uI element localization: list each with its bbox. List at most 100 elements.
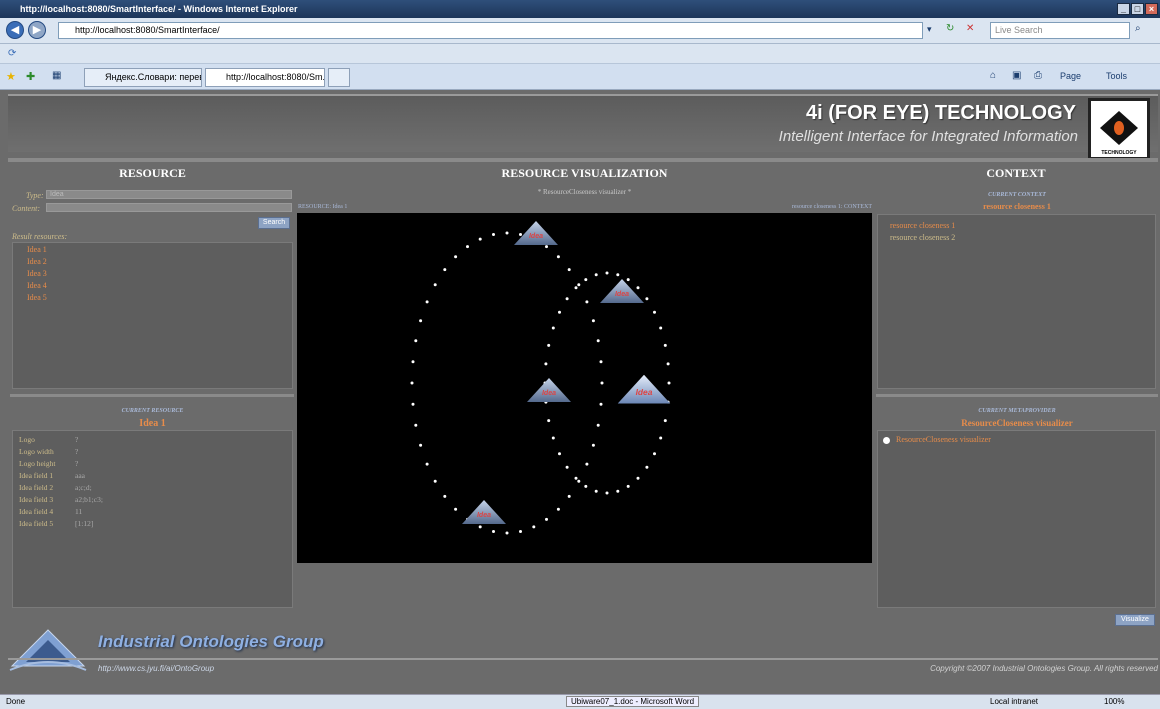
favorites-star-icon[interactable]: ★ (6, 70, 16, 83)
current-context-value: resource closeness 1 (983, 202, 1051, 211)
minimize-button[interactable]: _ (1117, 3, 1130, 15)
left-divider (10, 394, 294, 397)
connector-dot (565, 297, 569, 301)
quick-tabs-icon[interactable]: ▦ (52, 70, 61, 81)
idea-node[interactable]: Idea (514, 221, 558, 253)
footer-divider (8, 658, 1158, 660)
brand-title: 4i (FOR EYE) TECHNOLOGY (805, 102, 1076, 124)
radio-button[interactable] (883, 437, 890, 444)
current-resource-name: Idea 1 (139, 418, 166, 429)
connector-dot (653, 310, 656, 314)
prop-row: Logo height? (19, 459, 79, 468)
result-item[interactable]: Idea 1 (27, 245, 47, 254)
home-icon[interactable]: ⌂ (990, 70, 996, 81)
connector-dot (599, 402, 603, 406)
connector-dot (574, 476, 578, 480)
connector-dot (411, 402, 415, 406)
iog-logo-icon (9, 629, 87, 671)
tools-menu[interactable]: Tools (1106, 71, 1127, 81)
connector-dot (551, 436, 555, 440)
page-menu[interactable]: Page (1060, 71, 1081, 81)
connector-dot (505, 231, 509, 235)
connector-dot (454, 255, 458, 259)
address-input[interactable]: http://localhost:8080/SmartInterface/ (58, 22, 923, 39)
connector-dot (663, 419, 667, 423)
print-icon[interactable]: ⎙ (1034, 70, 1042, 81)
metaprovider-name: ResourceCloseness visualizer (961, 418, 1073, 428)
connector-dot (556, 255, 560, 259)
maximize-button[interactable]: □ (1131, 3, 1144, 15)
type-input[interactable]: Idea (46, 190, 292, 199)
connector-dot (410, 381, 414, 385)
search-button[interactable]: Search (258, 217, 290, 229)
iog-url[interactable]: http://www.cs.jyu.fi/ai/OntoGroup (98, 664, 214, 673)
context-item[interactable]: resource closeness 2 (890, 233, 955, 242)
result-item[interactable]: Idea 2 (27, 257, 47, 266)
connector-dot (636, 476, 640, 480)
connector-dot (419, 319, 423, 323)
refresh-icon[interactable]: ↻ (946, 23, 954, 34)
taskbar-item[interactable]: Ubiware07_1.doc - Microsoft Word (566, 696, 700, 707)
resource-heading: RESOURCE (119, 166, 186, 180)
footer: Industrial Ontologies Group http://www.c… (8, 629, 1158, 692)
dropdown-icon[interactable]: ▾ (927, 24, 932, 35)
resource-properties: Logo? Logo width? Logo height? Idea fiel… (12, 430, 293, 608)
ie-menu-icon[interactable]: ⟳ (8, 48, 16, 59)
stop-icon[interactable]: ✕ (966, 23, 974, 34)
close-window-button[interactable]: × (1145, 3, 1158, 15)
connector-dot (605, 491, 609, 495)
connector-dot (547, 419, 551, 423)
tab-yandex[interactable]: Яндекс.Словари: перевод ... (84, 68, 202, 87)
content-label: Content: (12, 204, 40, 213)
prop-row: Idea field 3 a2;b1;c3; (19, 495, 103, 504)
connector-dot (565, 465, 569, 469)
idea-node[interactable]: Idea (600, 279, 644, 311)
back-icon[interactable]: ◀ (6, 21, 24, 39)
menu-row: ⟳ (0, 44, 1160, 64)
connector-dot (663, 343, 667, 347)
new-tab-button[interactable] (328, 68, 350, 87)
status-bar: Done Ubiware07_1.doc - Microsoft Word Lo… (0, 694, 1160, 709)
context-breadcrumb[interactable]: resource closeness 1: CONTEXT (700, 204, 872, 210)
connector-dot (551, 326, 555, 330)
idea-node[interactable]: Idea (527, 378, 571, 410)
result-item[interactable]: Idea 3 (27, 269, 47, 278)
idea-node[interactable]: Idea (617, 374, 671, 413)
result-resources-label: Result resources: (12, 232, 68, 241)
result-item[interactable]: Idea 5 (27, 293, 47, 302)
connector-dot (532, 525, 536, 529)
visualize-button[interactable]: Visualize (1115, 614, 1155, 626)
search-icon[interactable]: ⌕ (1135, 23, 1141, 34)
zoom-level[interactable]: 100% (1104, 697, 1124, 706)
resource-breadcrumb[interactable]: RESOURCE: Idea 1 (298, 204, 347, 210)
connector-dot (659, 436, 663, 440)
connector-dot (594, 489, 598, 493)
idea-node[interactable]: Idea (462, 500, 506, 532)
result-list: Idea 1 Idea 2 Idea 3 Idea 4 Idea 5 (12, 242, 293, 389)
tab-smartinterface[interactable]: http://localhost:8080/Sm... ✕ (205, 68, 325, 87)
metaprovider-list: ResourceCloseness visualizer (877, 430, 1156, 608)
eye-icon (1100, 111, 1138, 145)
connector-dot (425, 300, 429, 304)
page-content: 4i (FOR EYE) TECHNOLOGY Intelligent Inte… (0, 90, 1160, 694)
result-item[interactable]: Idea 4 (27, 281, 47, 290)
connector-dot (443, 268, 447, 272)
forward-icon[interactable]: ▶ (28, 21, 46, 39)
add-favorite-icon[interactable]: ✚ (26, 70, 35, 83)
connector-dot (653, 452, 656, 456)
connector-dot (556, 507, 560, 511)
connector-dot (626, 484, 630, 488)
connector-dot (596, 423, 600, 427)
search-input[interactable]: Live Search (990, 22, 1130, 39)
content-input[interactable] (46, 203, 292, 212)
visualization-canvas[interactable]: Idea Idea Idea Idea Idea (297, 213, 872, 563)
connector-dot (545, 517, 548, 521)
context-heading: CONTEXT (986, 166, 1046, 180)
prop-row: Idea field 5 [1:12] (19, 519, 94, 528)
feeds-icon[interactable]: ▣ (1012, 70, 1021, 81)
connector-dot (584, 278, 588, 282)
context-item[interactable]: resource closeness 1 (890, 221, 955, 230)
status-text: Done (6, 697, 26, 706)
foreye-logo: TECHNOLOGY (1088, 98, 1150, 160)
metaprovider-option[interactable]: ResourceCloseness visualizer (896, 435, 991, 444)
